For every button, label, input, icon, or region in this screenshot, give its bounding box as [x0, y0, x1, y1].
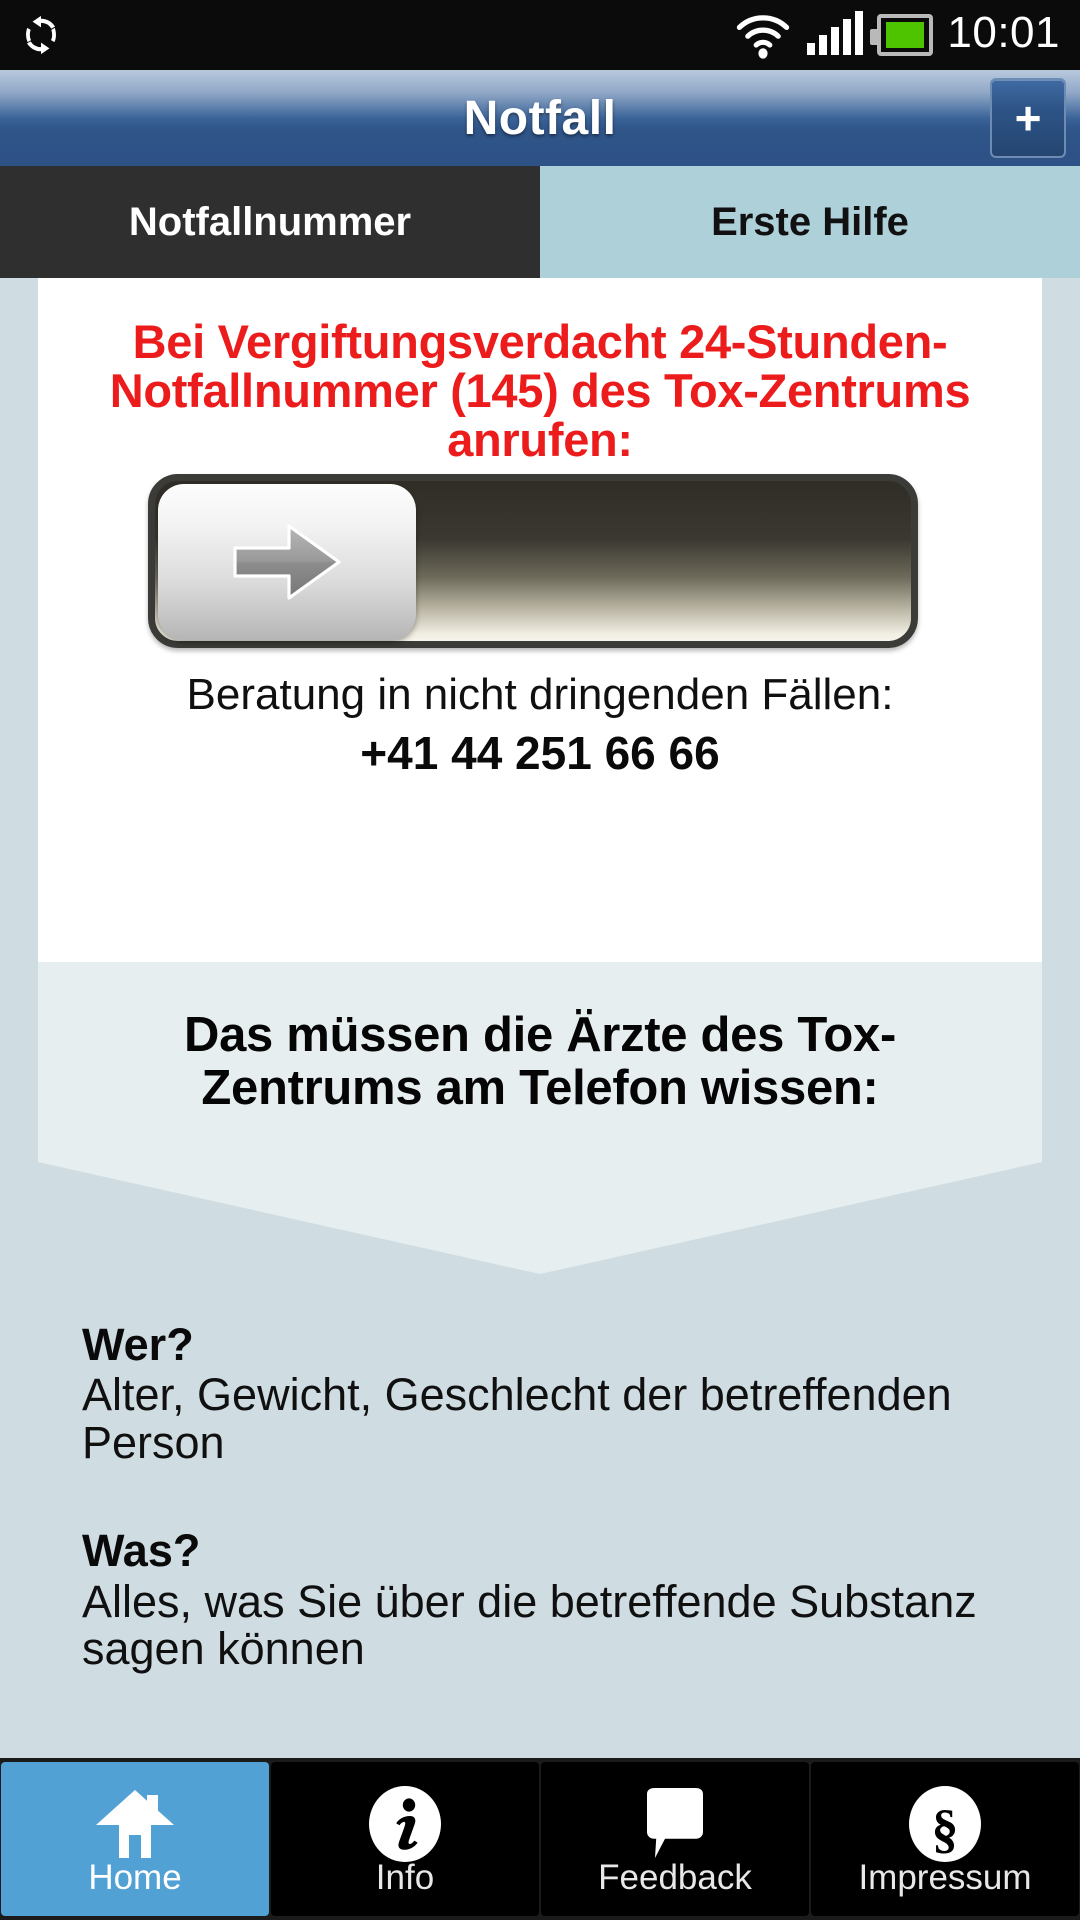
nav-item-impressum-label: Impressum [858, 1857, 1032, 1897]
emergency-card: Bei Vergiftungsverdacht 24-Stunden-Notfa… [38, 278, 1042, 962]
advice-phone-number[interactable]: +41 44 251 66 66 [78, 726, 1002, 780]
question-label-wer: Wer? [82, 1319, 194, 1370]
status-bar-left [18, 12, 64, 58]
slide-to-call-slider[interactable] [148, 474, 918, 648]
content-area: Bei Vergiftungsverdacht 24-Stunden-Notfa… [0, 278, 1080, 1758]
slider-handle[interactable] [158, 484, 416, 640]
title-bar: Notfall + [0, 70, 1080, 166]
tab-bar: Notfallnummer Erste Hilfe [0, 166, 1080, 304]
status-bar-right: 10:01 [733, 11, 1060, 59]
nav-item-feedback[interactable]: Feedback [541, 1762, 809, 1916]
tab-notfallnummer-label: Notfallnummer [128, 199, 412, 244]
svg-text:§: § [932, 1799, 959, 1859]
advice-label: Beratung in nicht dringenden Fällen: [186, 670, 894, 719]
question-label-was: Was? [82, 1525, 201, 1577]
answer-text-wer: Alter, Gewicht, Geschlecht der betreffen… [82, 1369, 952, 1468]
signal-bars-icon [807, 11, 864, 55]
question-list: Wer? Alter, Gewicht, Geschlecht der betr… [82, 1318, 1022, 1731]
app-screen: 10:01 Notfall + Notfallnummer Erste Hilf… [0, 0, 1080, 1920]
tab-notfallnummer[interactable]: Notfallnummer [0, 166, 540, 304]
status-bar-clock: 10:01 [947, 8, 1060, 57]
nav-item-info[interactable]: Info [271, 1762, 539, 1916]
answer-text-was: Alles, was Sie über die betreffende Subs… [82, 1575, 977, 1675]
info-circle-icon [367, 1784, 443, 1864]
question-block-wer: Wer? Alter, Gewicht, Geschlecht der betr… [82, 1318, 1022, 1466]
banner-down-arrow-icon [38, 1162, 1042, 1274]
speech-bubble-icon [635, 1784, 715, 1864]
nav-item-feedback-label: Feedback [598, 1857, 752, 1897]
add-button[interactable]: + [990, 78, 1066, 158]
battery-icon [870, 14, 934, 56]
arrow-right-icon [227, 514, 347, 610]
doctors-info-banner: Das müssen die Ärzte des Tox-Zentrums am… [38, 962, 1042, 1162]
home-icon [92, 1784, 178, 1864]
bottom-navigation-bar: Home Info Feedback § Impressum [0, 1758, 1080, 1920]
wifi-icon [733, 11, 793, 59]
question-block-was: Was? Alles, was Sie über die betreffende… [82, 1524, 1022, 1672]
section-sign-circle-icon: § [907, 1784, 983, 1864]
sync-icon [18, 12, 64, 58]
tab-erste-hilfe[interactable]: Erste Hilfe [540, 166, 1080, 278]
tab-erste-hilfe-label: Erste Hilfe [711, 199, 909, 244]
nav-item-home-label: Home [88, 1857, 182, 1897]
page-title: Notfall [463, 91, 617, 145]
status-bar: 10:01 [0, 0, 1080, 70]
alert-text: Bei Vergiftungsverdacht 24-Stunden-Notfa… [109, 315, 971, 466]
nav-item-impressum[interactable]: § Impressum [811, 1762, 1079, 1916]
nav-item-info-label: Info [375, 1857, 435, 1897]
nav-item-home[interactable]: Home [1, 1762, 269, 1916]
doctors-info-banner-text: Das müssen die Ärzte des Tox-Zentrums am… [184, 1008, 896, 1115]
